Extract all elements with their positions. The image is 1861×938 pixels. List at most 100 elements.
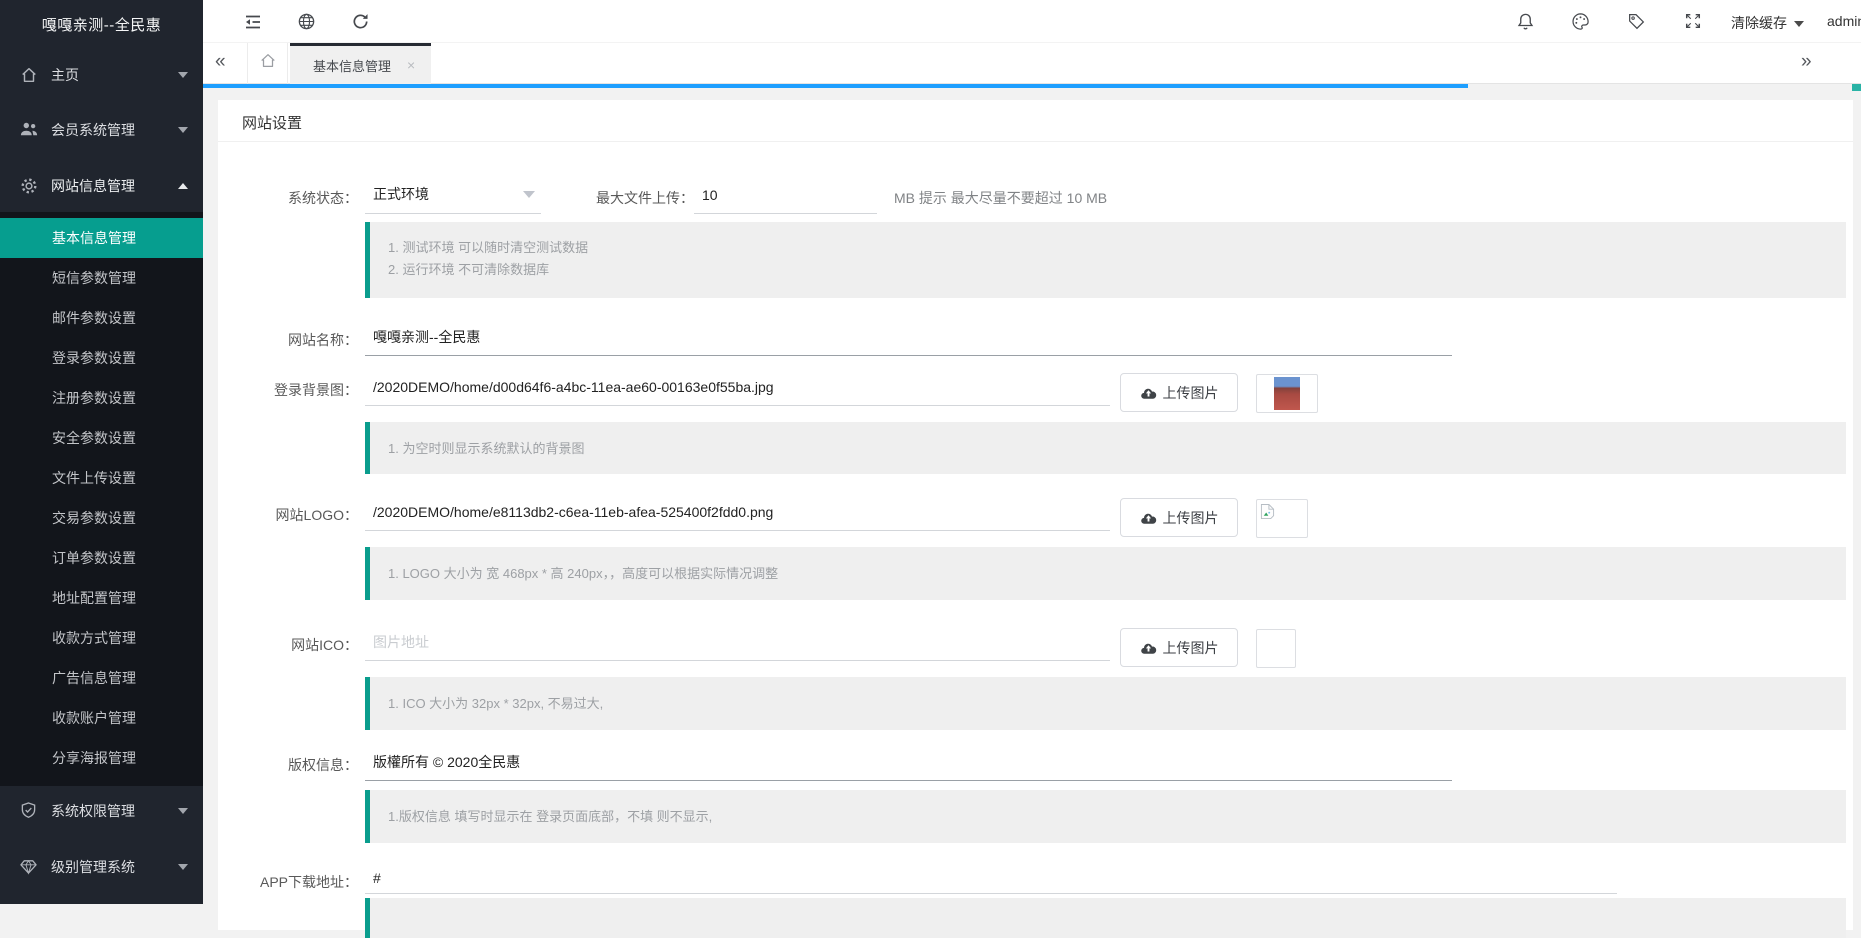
tab-label: 基本信息管理 <box>313 56 391 75</box>
copyright-label: 版权信息： <box>218 755 358 775</box>
shield-check-icon <box>20 802 38 820</box>
sidebar-submenu: 基本信息管理 短信参数管理 邮件参数设置 登录参数设置 注册参数设置 安全参数设… <box>0 212 203 786</box>
upload-ico-button[interactable]: 上传图片 <box>1120 628 1238 667</box>
main-content: 网站设置 系统状态： 正式环境 最大文件上传： MB 提示 最大尽量不要超过 1… <box>203 88 1861 904</box>
tag-icon[interactable] <box>1627 12 1647 32</box>
tab-basic-info[interactable]: 基本信息管理 × <box>290 43 431 84</box>
sidebar-item-ad-info[interactable]: 广告信息管理 <box>0 658 203 698</box>
hint-line: 1.版权信息 填写时显示在 登录页面底部，不填 则不显示, <box>388 806 1846 828</box>
sidebar-item-level-mgmt[interactable]: 级别管理系统 <box>0 844 203 890</box>
page-title: 网站设置 <box>242 112 302 133</box>
login-bg-label: 登录背景图： <box>218 380 358 400</box>
sidebar-item-label: 会员系统管理 <box>51 120 135 140</box>
sidebar-item-payment-method[interactable]: 收款方式管理 <box>0 618 203 658</box>
upload-login-bg-button[interactable]: 上传图片 <box>1120 373 1238 412</box>
site-ico-label: 网站ICO： <box>218 635 358 655</box>
chevron-down-icon <box>178 127 188 133</box>
sidebar-item-file-upload[interactable]: 文件上传设置 <box>0 458 203 498</box>
sidebar-item-site-info[interactable]: 网站信息管理 <box>0 163 203 209</box>
copyright-input[interactable] <box>365 751 1452 781</box>
username[interactable]: admin <box>1827 13 1861 29</box>
sidebar-item-order-params[interactable]: 订单参数设置 <box>0 538 203 578</box>
fullscreen-icon[interactable] <box>1684 12 1704 32</box>
sidebar-item-label: 主页 <box>51 65 79 85</box>
clear-cache-label: 清除缓存 <box>1731 15 1787 31</box>
chevron-down-icon <box>178 864 188 870</box>
site-ico-input[interactable] <box>365 631 1110 661</box>
site-logo-label: 网站LOGO： <box>218 505 358 525</box>
cloud-upload-icon <box>1140 511 1157 525</box>
home-icon <box>20 66 38 84</box>
gem-icon <box>20 858 38 876</box>
sidebar-item-mail-params[interactable]: 邮件参数设置 <box>0 298 203 338</box>
chevron-down-icon <box>523 191 535 198</box>
ico-thumbnail[interactable] <box>1256 629 1296 668</box>
hint-line: 1. ICO 大小为 32px * 32px, 不易过大, <box>388 693 1846 715</box>
gear-icon <box>20 177 38 195</box>
logo-hint-box: 1. LOGO 大小为 宽 468px * 高 240px，，高度可以根据实际情… <box>365 547 1846 600</box>
collapse-sidebar-icon[interactable] <box>243 12 263 32</box>
system-status-select[interactable]: 正式环境 <box>365 184 541 214</box>
home-icon <box>259 52 277 75</box>
sidebar-item-login-params[interactable]: 登录参数设置 <box>0 338 203 378</box>
max-upload-input[interactable] <box>694 184 877 214</box>
app-download-input[interactable] <box>365 868 1617 894</box>
app-title: 嘎嘎亲测--全民惠 <box>0 0 203 52</box>
sidebar-item-basic-info[interactable]: 基本信息管理 <box>0 218 203 258</box>
copyright-hint-box: 1.版权信息 填写时显示在 登录页面底部，不填 则不显示, <box>365 790 1846 843</box>
logo-thumbnail[interactable] <box>1256 499 1308 538</box>
sidebar-item-payment-account[interactable]: 收款账户管理 <box>0 698 203 738</box>
cloud-upload-icon <box>1140 386 1157 400</box>
globe-icon[interactable] <box>297 12 317 32</box>
upload-button-label: 上传图片 <box>1163 638 1219 658</box>
upload-logo-button[interactable]: 上传图片 <box>1120 498 1238 537</box>
sidebar-item-address-config[interactable]: 地址配置管理 <box>0 578 203 618</box>
upload-button-label: 上传图片 <box>1163 383 1219 403</box>
app-download-label: APP下载地址： <box>218 872 358 892</box>
status-hint-box: 1. 测试环境 可以随时清空测试数据 2. 运行环境 不可清除数据库 <box>365 222 1846 298</box>
login-bg-thumbnail[interactable] <box>1256 374 1318 413</box>
sidebar-item-register-params[interactable]: 注册参数设置 <box>0 378 203 418</box>
cloud-upload-icon <box>1140 641 1157 655</box>
refresh-icon[interactable] <box>351 12 371 32</box>
sidebar: 嘎嘎亲测--全民惠 主页 会员系统管理 网站信息管理 基本信息管理 短信参数管理… <box>0 0 203 904</box>
login-bg-preview-image <box>1274 377 1300 410</box>
broken-image-icon <box>1260 503 1275 525</box>
scrollbar-thumb[interactable] <box>1852 84 1861 91</box>
tabs-scroll-right-button[interactable]: » <box>1801 51 1812 73</box>
settings-card: 网站设置 系统状态： 正式环境 最大文件上传： MB 提示 最大尽量不要超过 1… <box>218 100 1853 930</box>
login-bg-input[interactable] <box>365 376 1110 406</box>
chevron-down-icon <box>1794 21 1804 27</box>
max-upload-label: 最大文件上传： <box>550 188 694 208</box>
bell-icon[interactable] <box>1516 12 1536 32</box>
chevron-down-icon <box>178 808 188 814</box>
sidebar-item-members[interactable]: 会员系统管理 <box>0 107 203 153</box>
app-download-hint-box <box>365 898 1846 938</box>
sidebar-item-permissions[interactable]: 系统权限管理 <box>0 788 203 834</box>
sidebar-item-home[interactable]: 主页 <box>0 52 203 98</box>
tab-bar: « 基本信息管理 × » <box>203 43 1861 84</box>
site-logo-input[interactable] <box>365 501 1110 531</box>
clear-cache-button[interactable]: 清除缓存 <box>1731 13 1804 33</box>
sidebar-item-share-poster[interactable]: 分享海报管理 <box>0 738 203 778</box>
sidebar-item-trade-params[interactable]: 交易参数设置 <box>0 498 203 538</box>
site-name-input[interactable] <box>365 326 1452 356</box>
system-status-value: 正式环境 <box>365 184 541 204</box>
sidebar-item-label: 系统权限管理 <box>51 801 135 821</box>
sidebar-item-security-params[interactable]: 安全参数设置 <box>0 418 203 458</box>
site-name-label: 网站名称： <box>218 330 358 350</box>
chevron-up-icon <box>178 183 188 189</box>
sidebar-item-sms-params[interactable]: 短信参数管理 <box>0 258 203 298</box>
upload-button-label: 上传图片 <box>1163 508 1219 528</box>
sidebar-item-label: 网站信息管理 <box>51 176 135 196</box>
hint-line: 2. 运行环境 不可清除数据库 <box>388 259 1846 281</box>
close-icon[interactable]: × <box>407 57 415 73</box>
tabs-scroll-left-button[interactable]: « <box>215 51 226 73</box>
loading-bar <box>203 84 1468 88</box>
users-icon <box>20 121 38 139</box>
palette-icon[interactable] <box>1571 12 1591 32</box>
system-status-label: 系统状态： <box>218 188 358 208</box>
card-header: 网站设置 <box>218 100 1853 142</box>
chevron-down-icon <box>178 72 188 78</box>
tab-home[interactable] <box>247 43 288 84</box>
